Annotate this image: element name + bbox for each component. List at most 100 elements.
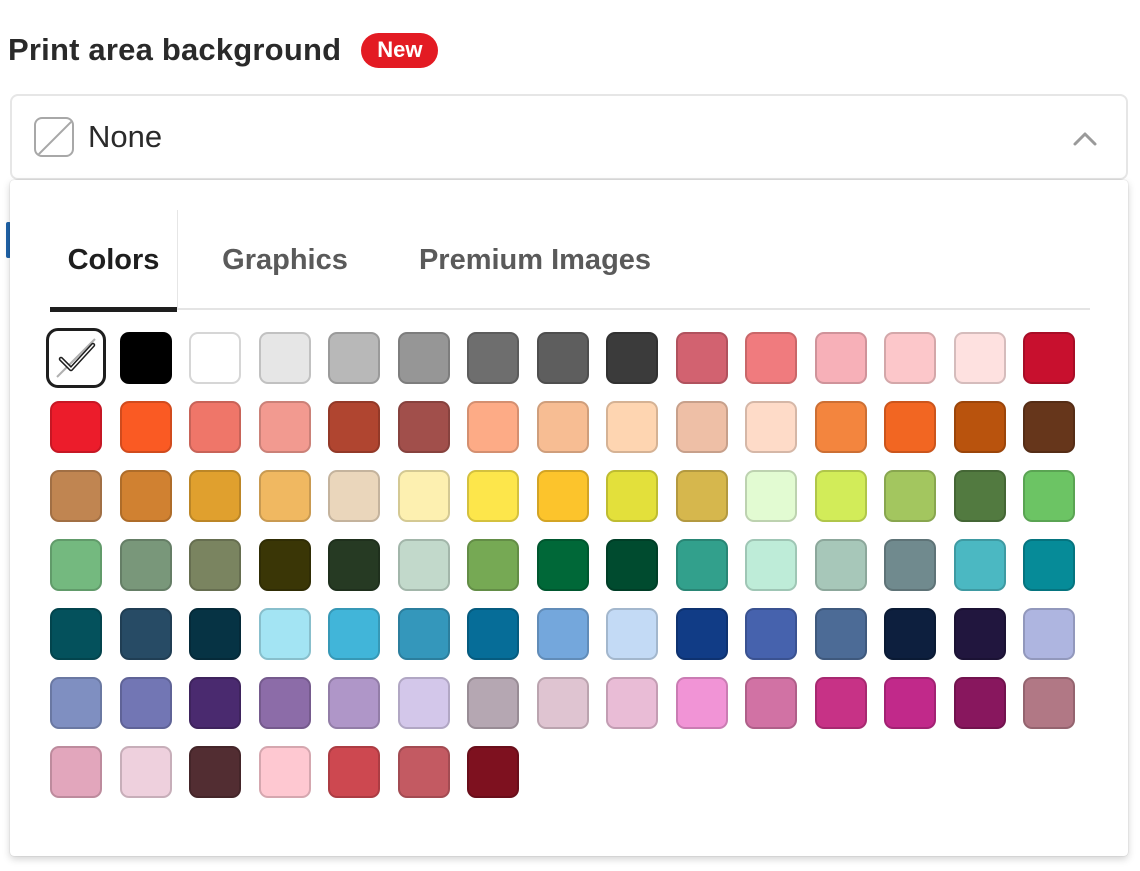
color-swatch[interactable] [189,401,241,453]
color-swatch[interactable] [119,401,172,453]
color-swatch[interactable] [675,401,728,453]
color-swatch[interactable] [884,677,936,729]
color-swatch[interactable] [119,332,172,384]
color-swatch[interactable] [328,539,380,591]
color-swatch[interactable] [884,608,936,660]
color-swatch[interactable] [328,470,380,522]
color-swatch[interactable] [1023,539,1075,591]
color-swatch[interactable] [814,332,867,384]
color-swatch[interactable] [328,746,380,798]
color-swatch[interactable] [50,746,102,798]
color-swatch[interactable] [814,677,867,729]
color-swatch[interactable] [119,539,172,591]
color-swatch[interactable] [397,332,450,384]
color-swatch[interactable] [189,608,241,660]
color-swatch[interactable] [953,608,1006,660]
color-swatch[interactable] [467,332,519,384]
color-swatch[interactable] [397,608,450,660]
color-swatch[interactable] [1023,401,1075,453]
color-swatch[interactable] [189,332,241,384]
color-swatch[interactable] [50,470,102,522]
color-swatch[interactable] [258,746,311,798]
color-swatch[interactable] [745,332,797,384]
color-swatch[interactable] [814,608,867,660]
color-swatch[interactable] [953,539,1006,591]
color-swatch[interactable] [606,470,658,522]
tab-graphics[interactable]: Graphics [200,210,370,310]
color-swatch[interactable] [467,746,519,798]
color-swatch[interactable] [884,470,936,522]
color-swatch[interactable] [814,470,867,522]
color-swatch[interactable] [328,608,380,660]
color-swatch[interactable] [953,401,1006,453]
color-swatch[interactable] [953,677,1006,729]
color-swatch[interactable] [50,539,102,591]
color-swatch[interactable] [606,677,658,729]
tab-colors[interactable]: Colors [50,210,178,312]
color-swatch[interactable] [745,539,797,591]
color-swatch[interactable] [189,539,241,591]
color-swatch[interactable] [1023,677,1075,729]
color-swatch[interactable] [1023,332,1075,384]
color-swatch[interactable] [675,332,728,384]
color-swatch[interactable] [258,332,311,384]
color-swatch[interactable] [953,332,1006,384]
color-swatch[interactable] [745,608,797,660]
color-swatch[interactable] [119,470,172,522]
color-swatch[interactable] [675,608,728,660]
color-swatch[interactable] [328,677,380,729]
color-swatch[interactable] [397,746,450,798]
color-swatch[interactable] [258,401,311,453]
color-swatch[interactable] [119,608,172,660]
color-swatch[interactable] [397,677,450,729]
color-swatch[interactable] [467,539,519,591]
color-swatch[interactable] [745,470,797,522]
color-swatch[interactable] [814,539,867,591]
color-swatch[interactable] [606,608,658,660]
color-swatch[interactable] [50,608,102,660]
color-swatch[interactable] [189,470,241,522]
color-swatch[interactable] [745,677,797,729]
color-swatch[interactable] [328,332,380,384]
color-swatch[interactable] [536,401,589,453]
color-swatch[interactable] [397,470,450,522]
color-swatch[interactable] [884,332,936,384]
tab-premium-images[interactable]: Premium Images [395,210,675,310]
color-swatch[interactable] [119,746,172,798]
color-swatch[interactable] [606,332,658,384]
color-swatch[interactable] [606,539,658,591]
color-swatch[interactable] [814,401,867,453]
color-swatch[interactable] [467,401,519,453]
color-swatch[interactable] [50,677,102,729]
color-swatch-none-selected[interactable] [46,328,106,388]
color-swatch[interactable] [745,401,797,453]
color-swatch[interactable] [467,470,519,522]
color-swatch[interactable] [1023,608,1075,660]
color-swatch[interactable] [258,539,311,591]
color-swatch[interactable] [50,401,102,453]
color-swatch[interactable] [536,332,589,384]
color-swatch[interactable] [1023,470,1075,522]
color-swatch[interactable] [536,677,589,729]
color-swatch[interactable] [467,677,519,729]
chevron-up-icon[interactable] [1072,126,1098,152]
color-swatch[interactable] [258,677,311,729]
color-swatch[interactable] [189,677,241,729]
color-swatch[interactable] [953,470,1006,522]
color-swatch[interactable] [675,470,728,522]
color-swatch[interactable] [119,677,172,729]
color-swatch[interactable] [675,539,728,591]
color-swatch[interactable] [884,401,936,453]
color-swatch[interactable] [397,539,450,591]
color-swatch[interactable] [328,401,380,453]
color-swatch[interactable] [536,539,589,591]
color-swatch[interactable] [606,401,658,453]
color-swatch[interactable] [397,401,450,453]
color-swatch[interactable] [536,608,589,660]
color-swatch[interactable] [884,539,936,591]
color-swatch[interactable] [675,677,728,729]
color-swatch[interactable] [536,470,589,522]
color-swatch[interactable] [189,746,241,798]
color-swatch[interactable] [258,470,311,522]
color-swatch[interactable] [467,608,519,660]
